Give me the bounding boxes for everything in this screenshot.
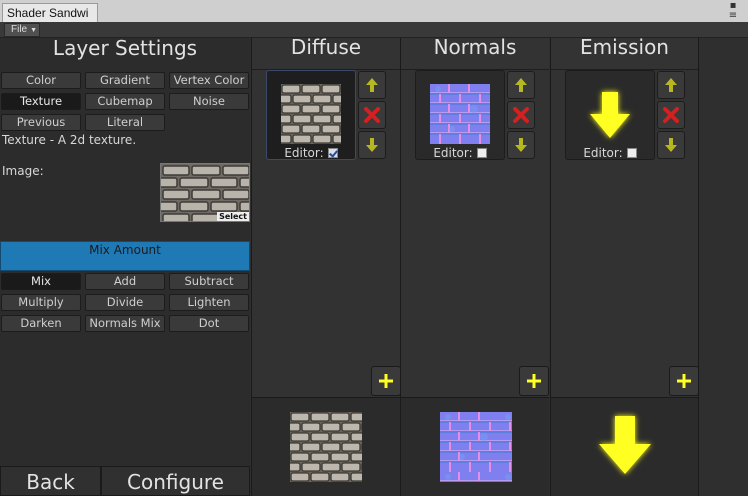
- normals-layer-list: Editor:: [401, 70, 549, 397]
- panel-title: Layer Settings: [52, 36, 198, 60]
- add-layer-button[interactable]: [371, 366, 401, 396]
- close-icon: [663, 107, 679, 123]
- type-noise-button[interactable]: Noise: [169, 93, 249, 110]
- window-tab[interactable]: Shader Sandwi: [2, 3, 98, 22]
- close-icon: [364, 107, 380, 123]
- type-color-button[interactable]: Color: [1, 72, 81, 89]
- diffuse-preview: [252, 397, 400, 496]
- file-menu-button[interactable]: File ▼: [4, 23, 40, 37]
- move-down-button[interactable]: [657, 131, 685, 159]
- back-button[interactable]: Back: [0, 466, 101, 496]
- editor-label: Editor:: [284, 146, 324, 160]
- mix-dot-button[interactable]: Dot: [169, 315, 249, 332]
- arrow-down-icon: [366, 138, 378, 152]
- move-down-button[interactable]: [507, 131, 535, 159]
- type-cubemap-button[interactable]: Cubemap: [85, 93, 165, 110]
- mix-lighten-button[interactable]: Lighten: [169, 294, 249, 311]
- mix-normals-mix-button[interactable]: Normals Mix: [85, 315, 165, 332]
- yellow-arrow-thumbnail: [580, 84, 640, 144]
- normals-layer-card[interactable]: Editor:: [415, 70, 505, 160]
- delete-layer-button[interactable]: [358, 101, 386, 129]
- configure-button[interactable]: Configure: [101, 466, 250, 496]
- brick-texture-preview: [290, 412, 362, 482]
- move-up-button[interactable]: [657, 71, 685, 99]
- editor-checkbox[interactable]: [476, 148, 487, 158]
- move-down-button[interactable]: [358, 131, 386, 159]
- mix-divide-button[interactable]: Divide: [85, 294, 165, 311]
- editor-label: Editor:: [433, 146, 473, 160]
- editor-toggle[interactable]: Editor:: [566, 147, 654, 159]
- mix-multiply-button[interactable]: Multiply: [1, 294, 81, 311]
- delete-layer-button[interactable]: [657, 101, 685, 129]
- mix-subtract-button[interactable]: Subtract: [169, 273, 249, 290]
- diffuse-layer-card[interactable]: Editor:: [266, 70, 356, 160]
- type-gradient-button[interactable]: Gradient: [85, 72, 165, 89]
- editor-checkbox[interactable]: [626, 148, 637, 158]
- mix-mix-button[interactable]: Mix: [1, 273, 81, 290]
- arrow-down-icon: [665, 138, 677, 152]
- window-menu-icon[interactable]: ▪ ≡: [726, 1, 740, 21]
- normals-column: Normals Editor:: [400, 37, 549, 496]
- type-literal-button[interactable]: Literal: [85, 114, 165, 131]
- file-menu-label: File: [11, 24, 28, 35]
- add-layer-button[interactable]: [519, 366, 549, 396]
- normal-map-thumbnail: [430, 84, 490, 144]
- image-picker[interactable]: Select: [160, 163, 250, 222]
- editor-checkbox[interactable]: [327, 148, 338, 158]
- arrow-down-icon: [515, 138, 527, 152]
- mix-add-button[interactable]: Add: [85, 273, 165, 290]
- type-vertex-color-button[interactable]: Vertex Color: [169, 72, 249, 89]
- emission-title: Emission: [551, 37, 698, 70]
- plus-icon: [677, 374, 691, 388]
- normals-preview: [401, 397, 549, 496]
- type-texture-button[interactable]: Texture: [1, 93, 81, 110]
- select-image-button[interactable]: Select: [217, 212, 249, 221]
- yellow-arrow-preview: [589, 410, 661, 480]
- normals-title: Normals: [401, 37, 549, 70]
- delete-layer-button[interactable]: [507, 101, 535, 129]
- editor-label: Editor:: [583, 146, 623, 160]
- plus-icon: [527, 374, 541, 388]
- type-previous-button[interactable]: Previous: [1, 114, 81, 131]
- layer-settings-panel: Layer Settings Color Gradient Vertex Col…: [0, 38, 250, 496]
- image-label: Image:: [2, 164, 44, 178]
- diffuse-title: Diffuse: [252, 37, 400, 70]
- diffuse-layer-list: Editor:: [252, 70, 401, 397]
- normal-map-preview: [440, 412, 512, 482]
- window-titlebar: Shader Sandwi ▪ ≡: [0, 0, 748, 22]
- arrow-up-icon: [366, 78, 378, 92]
- chevron-down-icon: ▼: [30, 27, 38, 34]
- add-layer-button[interactable]: [669, 366, 699, 396]
- arrow-up-icon: [515, 78, 527, 92]
- arrow-up-icon: [665, 78, 677, 92]
- empty-column-area: [698, 38, 748, 496]
- type-description: Texture - A 2d texture.: [2, 133, 137, 147]
- brick-texture-thumbnail: [281, 84, 341, 144]
- emission-layer-card[interactable]: Editor:: [565, 70, 655, 160]
- mix-darken-button[interactable]: Darken: [1, 315, 81, 332]
- emission-column: Emission Editor:: [550, 37, 699, 496]
- move-up-button[interactable]: [507, 71, 535, 99]
- editor-toggle[interactable]: Editor:: [416, 147, 504, 159]
- emission-layer-list: Editor:: [551, 70, 699, 397]
- close-icon: [513, 107, 529, 123]
- mix-amount-slider[interactable]: Mix Amount: [0, 241, 250, 271]
- emission-preview: [551, 397, 698, 496]
- move-up-button[interactable]: [358, 71, 386, 99]
- editor-toggle[interactable]: Editor:: [267, 147, 355, 159]
- plus-icon: [379, 374, 393, 388]
- diffuse-column: Diffuse Editor:: [251, 37, 401, 496]
